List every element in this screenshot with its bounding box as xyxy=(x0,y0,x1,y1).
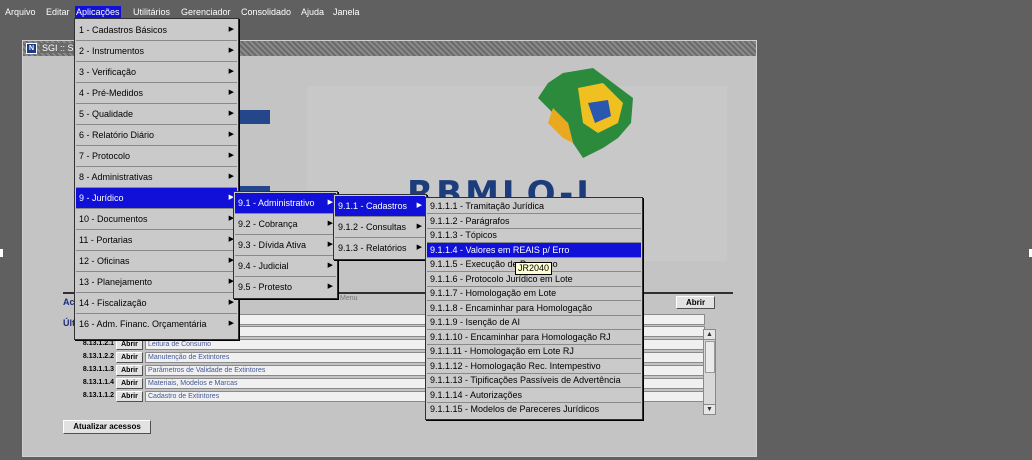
window-title: SGI :: S xyxy=(40,43,76,53)
scroll-down-icon[interactable]: ▼ xyxy=(704,404,715,414)
brazil-map-logo xyxy=(538,68,633,158)
menu-item-homologacao-rec-intempestivo[interactable]: 9.1.1.12 - Homologação Rec. Intempestivo xyxy=(427,359,641,374)
submenu-arrow-icon: ▶ xyxy=(228,68,234,75)
menu-item-protesto[interactable]: 9.5 - Protesto ▶ xyxy=(235,277,336,297)
menu-item-tramitacao-juridica[interactable]: 9.1.1.1 - Tramitação Jurídica xyxy=(427,199,641,214)
menu-item-planejamento[interactable]: 13 - Planejamento ▶ xyxy=(76,272,237,293)
menu-item-fiscalizacao[interactable]: 14 - Fiscalização ▶ xyxy=(76,293,237,314)
menu-consolidado[interactable]: Consolidado xyxy=(240,6,292,18)
menu-arquivo[interactable]: Arquivo xyxy=(4,6,37,18)
submenu-arrow-icon: ▶ xyxy=(228,152,234,159)
menu-item-homologacao-lote[interactable]: 9.1.1.7 - Homologação em Lote xyxy=(427,286,641,301)
recent-abrir-button[interactable]: Abrir xyxy=(116,391,143,402)
menu-item-juridico[interactable]: 9 - Jurídico ▶ xyxy=(76,188,237,209)
menu-item-valores-reais[interactable]: 9.1.1.4 - Valores em REAIS p/ Erro xyxy=(427,242,641,258)
recent-abrir-button[interactable]: Abrir xyxy=(116,339,143,350)
submenu-arrow-icon: ▶ xyxy=(228,320,234,327)
menu-item-pre-medidos[interactable]: 4 - Pré-Medidos ▶ xyxy=(76,83,237,104)
menu-bar: Arquivo Editar Aplicações Utilitários Ge… xyxy=(0,0,1032,20)
menu-item-qualidade[interactable]: 5 - Qualidade ▶ xyxy=(76,104,237,125)
menu-item-paragrafos[interactable]: 9.1.1.2 - Parágrafos xyxy=(427,214,641,229)
menu-item-portarias[interactable]: 11 - Portarias ▶ xyxy=(76,230,237,251)
submenu-arrow-icon: ▶ xyxy=(228,26,234,33)
menu-item-autorizacoes[interactable]: 9.1.1.14 - Autorizações xyxy=(427,388,641,403)
submenu-arrow-icon: ▶ xyxy=(416,223,422,230)
scroll-thumb[interactable] xyxy=(705,341,715,373)
recent-abrir-button[interactable]: Abrir xyxy=(116,352,143,363)
menu-item-judicial[interactable]: 9.4 - Judicial ▶ xyxy=(235,256,336,277)
recent-code: 8.13.1.1.3 xyxy=(82,366,114,373)
recent-code: 8.13.1.2.2 xyxy=(82,353,114,360)
cadastros-submenu: 9.1.1.1 - Tramitação Jurídica 9.1.1.2 - … xyxy=(425,197,643,420)
recent-scrollbar[interactable]: ▲ ▼ xyxy=(703,329,716,415)
menu-item-divida-ativa[interactable]: 9.3 - Dívida Ativa ▶ xyxy=(235,235,336,256)
menu-item-modelos-pareceres[interactable]: 9.1.1.15 - Modelos de Pareceres Jurídico… xyxy=(427,402,641,416)
window-app-icon[interactable]: N xyxy=(26,43,37,54)
atualizar-acessos-button[interactable]: Atualizar acessos xyxy=(63,420,151,434)
menu-janela[interactable]: Janela xyxy=(332,6,361,18)
menu-aplicacoes[interactable]: Aplicações xyxy=(75,6,121,18)
submenu-arrow-icon: ▶ xyxy=(327,262,333,269)
aplicacoes-menu: 1 - Cadastros Básicos ▶ 2 - Instrumentos ▶… xyxy=(74,18,239,340)
recent-code: 8.13.1.1.4 xyxy=(82,379,114,386)
submenu-arrow-icon: ▶ xyxy=(228,299,234,306)
menu-gerenciador[interactable]: Gerenciador xyxy=(180,6,232,18)
submenu-arrow-icon: ▶ xyxy=(228,89,234,96)
menu-item-encaminhar-homologacao-rj[interactable]: 9.1.1.10 - Encaminhar para Homologação R… xyxy=(427,330,641,345)
submenu-arrow-icon: ▶ xyxy=(327,283,333,290)
menu-item-administrativo[interactable]: 9.1 - Administrativo ▶ xyxy=(235,193,336,214)
submenu-arrow-icon: ▶ xyxy=(416,244,422,251)
recent-abrir-button[interactable]: Abrir xyxy=(116,378,143,389)
submenu-arrow-icon: ▶ xyxy=(228,131,234,138)
submenu-arrow-icon: ▶ xyxy=(228,110,234,117)
menu-item-administrativas[interactable]: 8 - Administrativas ▶ xyxy=(76,167,237,188)
menu-item-cadastros-basicos[interactable]: 1 - Cadastros Básicos ▶ xyxy=(76,20,237,41)
menu-item-protocolo[interactable]: 7 - Protocolo ▶ xyxy=(76,146,237,167)
menu-item-isencao-ai[interactable]: 9.1.1.9 - Isenção de AI xyxy=(427,315,641,330)
menu-item-tipificacoes-advertencia[interactable]: 9.1.1.13 - Tipificações Passíveis de Adv… xyxy=(427,373,641,388)
menu-item-encaminhar-homologacao[interactable]: 9.1.1.8 - Encaminhar para Homologação xyxy=(427,301,641,316)
menu-utilitarios[interactable]: Utilitários xyxy=(132,6,171,18)
acessos-label: Ac xyxy=(63,297,75,307)
menu-item-relatorio-diario[interactable]: 6 - Relatório Diário ▶ xyxy=(76,125,237,146)
menu-item-adm-financ[interactable]: 16 - Adm. Financ. Orçamentária ▶ xyxy=(76,314,237,334)
administrativo-submenu: 9.1.1 - Cadastros ▶ 9.1.2 - Consultas ▶ 9.… xyxy=(333,194,427,260)
menu-item-documentos[interactable]: 10 - Documentos ▶ xyxy=(76,209,237,230)
recent-abrir-button[interactable]: Abrir xyxy=(116,365,143,376)
submenu-arrow-icon: ▶ xyxy=(416,202,422,209)
menu-hint-label: Menu xyxy=(340,295,358,302)
menu-item-oficinas[interactable]: 12 - Oficinas ▶ xyxy=(76,251,237,272)
recent-code: 8.13.1.1.2 xyxy=(82,392,114,399)
abrir-button[interactable]: Abrir xyxy=(676,296,715,309)
menu-item-relatorios[interactable]: 9.1.3 - Relatórios ▶ xyxy=(335,238,425,258)
menu-item-instrumentos[interactable]: 2 - Instrumentos ▶ xyxy=(76,41,237,62)
menu-item-homologacao-lote-rj[interactable]: 9.1.1.11 - Homologação em Lote RJ xyxy=(427,344,641,359)
juridico-submenu: 9.1 - Administrativo ▶ 9.2 - Cobrança ▶ 9.… xyxy=(233,191,338,299)
submenu-arrow-icon: ▶ xyxy=(228,47,234,54)
scroll-up-icon[interactable]: ▲ xyxy=(704,330,715,340)
menu-item-cadastros[interactable]: 9.1.1 - Cadastros ▶ xyxy=(335,196,425,217)
left-edge-marker xyxy=(0,249,3,257)
submenu-arrow-icon: ▶ xyxy=(228,173,234,180)
menu-editar[interactable]: Editar xyxy=(45,6,71,18)
menu-item-cobranca[interactable]: 9.2 - Cobrança ▶ xyxy=(235,214,336,235)
menu-ajuda[interactable]: Ajuda xyxy=(300,6,325,18)
tooltip: JR2040 xyxy=(515,262,553,275)
menu-item-consultas[interactable]: 9.1.2 - Consultas ▶ xyxy=(335,217,425,238)
menu-item-verificacao[interactable]: 3 - Verificação ▶ xyxy=(76,62,237,83)
menu-item-topicos[interactable]: 9.1.1.3 - Tópicos xyxy=(427,228,641,243)
